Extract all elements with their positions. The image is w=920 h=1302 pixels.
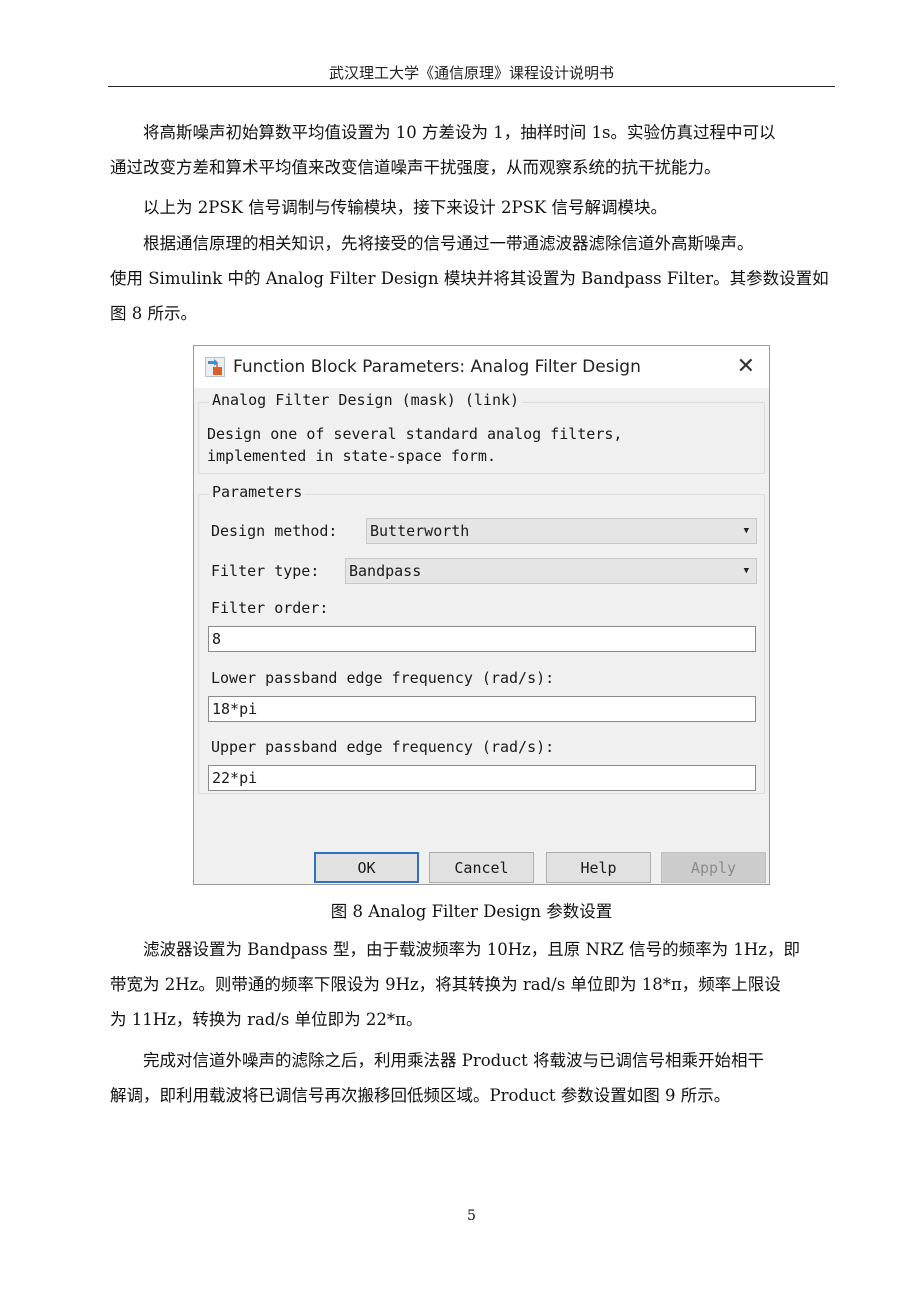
parameters-group-title: Parameters	[209, 483, 306, 501]
text-line: 根据通信原理的相关知识，先将接受的信号通过一带通滤波器滤除信道外高斯噪声。	[143, 234, 754, 253]
description-line: implemented in state-space form.	[207, 447, 496, 465]
paragraph-bandpass-intro: 根据通信原理的相关知识，先将接受的信号通过一带通滤波器滤除信道外高斯噪声。 使用…	[110, 226, 834, 331]
header-rule	[108, 86, 835, 87]
close-icon[interactable]: ✕	[737, 354, 755, 380]
mask-description-group: Analog Filter Design (mask) (link) Desig…	[198, 391, 765, 474]
lower-frequency-label: Lower passband edge frequency (rad/s):	[211, 669, 555, 687]
apply-button[interactable]: Apply	[661, 852, 766, 883]
paragraph-noise-settings: 将高斯噪声初始算数平均值设置为 10 方差设为 1，抽样时间 1s。实验仿真过程…	[110, 115, 834, 185]
filter-order-label: Filter order:	[211, 599, 329, 617]
filter-type-value: Bandpass	[349, 562, 422, 580]
simulink-block-icon	[205, 357, 225, 377]
paragraph-filter-explanation: 滤波器设置为 Bandpass 型，由于载波频率为 10Hz，且原 NRZ 信号…	[110, 932, 834, 1037]
text-line: 以上为 2PSK 信号调制与传输模块，接下来设计 2PSK 信号解调模块。	[143, 198, 667, 217]
parameters-group: Parameters Design method: Butterworth ▼ …	[198, 483, 765, 794]
paragraph-product-demodulation: 完成对信道外噪声的滤除之后，利用乘法器 Product 将载波与已调信号相乘开始…	[110, 1043, 834, 1113]
filter-order-input[interactable]: 8	[208, 626, 756, 652]
design-method-select[interactable]: Butterworth ▼	[366, 518, 757, 544]
paragraph-module-intro: 以上为 2PSK 信号调制与传输模块，接下来设计 2PSK 信号解调模块。	[110, 190, 834, 225]
running-header: 武汉理工大学《通信原理》课程设计说明书	[328, 64, 614, 82]
text-line: 图 8 所示。	[110, 304, 197, 323]
text-line: 解调，即利用载波将已调信号再次搬移回低频区域。Product 参数设置如图 9 …	[110, 1086, 731, 1105]
lower-frequency-input[interactable]: 18*pi	[208, 696, 756, 722]
text-line: 完成对信道外噪声的滤除之后，利用乘法器 Product 将载波与已调信号相乘开始…	[143, 1051, 764, 1070]
function-block-parameters-dialog: Function Block Parameters: Analog Filter…	[193, 345, 770, 885]
text-line: 滤波器设置为 Bandpass 型，由于载波频率为 10Hz，且原 NRZ 信号…	[143, 940, 800, 959]
text-line: 为 11Hz，转换为 rad/s 单位即为 22*π。	[110, 1010, 423, 1029]
design-method-label: Design method:	[211, 522, 338, 540]
upper-frequency-input[interactable]: 22*pi	[208, 765, 756, 791]
text-line: 通过改变方差和算术平均值来改变信道噪声干扰强度，从而观察系统的抗干扰能力。	[110, 158, 721, 177]
design-method-value: Butterworth	[370, 522, 470, 540]
upper-frequency-label: Upper passband edge frequency (rad/s):	[211, 738, 555, 756]
description-line: Design one of several standard analog fi…	[207, 425, 623, 443]
chevron-down-icon: ▼	[743, 526, 749, 536]
dialog-titlebar[interactable]: Function Block Parameters: Analog Filter…	[194, 346, 769, 388]
filter-order-value: 8	[212, 630, 222, 648]
help-button[interactable]: Help	[546, 852, 651, 883]
mask-description: Design one of several standard analog fi…	[207, 423, 622, 467]
filter-type-label: Filter type:	[211, 562, 320, 580]
dialog-title: Function Block Parameters: Analog Filter…	[233, 357, 641, 377]
ok-button[interactable]: OK	[314, 852, 419, 883]
text-line: 将高斯噪声初始算数平均值设置为 10 方差设为 1，抽样时间 1s。实验仿真过程…	[143, 123, 776, 142]
lower-frequency-value: 18*pi	[212, 700, 258, 718]
upper-frequency-value: 22*pi	[212, 769, 258, 787]
filter-type-select[interactable]: Bandpass ▼	[345, 558, 757, 584]
page-number: 5	[467, 1208, 476, 1224]
chevron-down-icon: ▼	[743, 566, 749, 576]
text-line: 带宽为 2Hz。则带通的频率下限设为 9Hz，将其转换为 rad/s 单位即为 …	[110, 975, 781, 994]
figure-caption: 图 8 Analog Filter Design 参数设置	[330, 902, 613, 921]
cancel-button[interactable]: Cancel	[429, 852, 534, 883]
mask-group-title: Analog Filter Design (mask) (link)	[209, 391, 523, 409]
text-line: 使用 Simulink 中的 Analog Filter Design 模块并将…	[110, 269, 829, 288]
